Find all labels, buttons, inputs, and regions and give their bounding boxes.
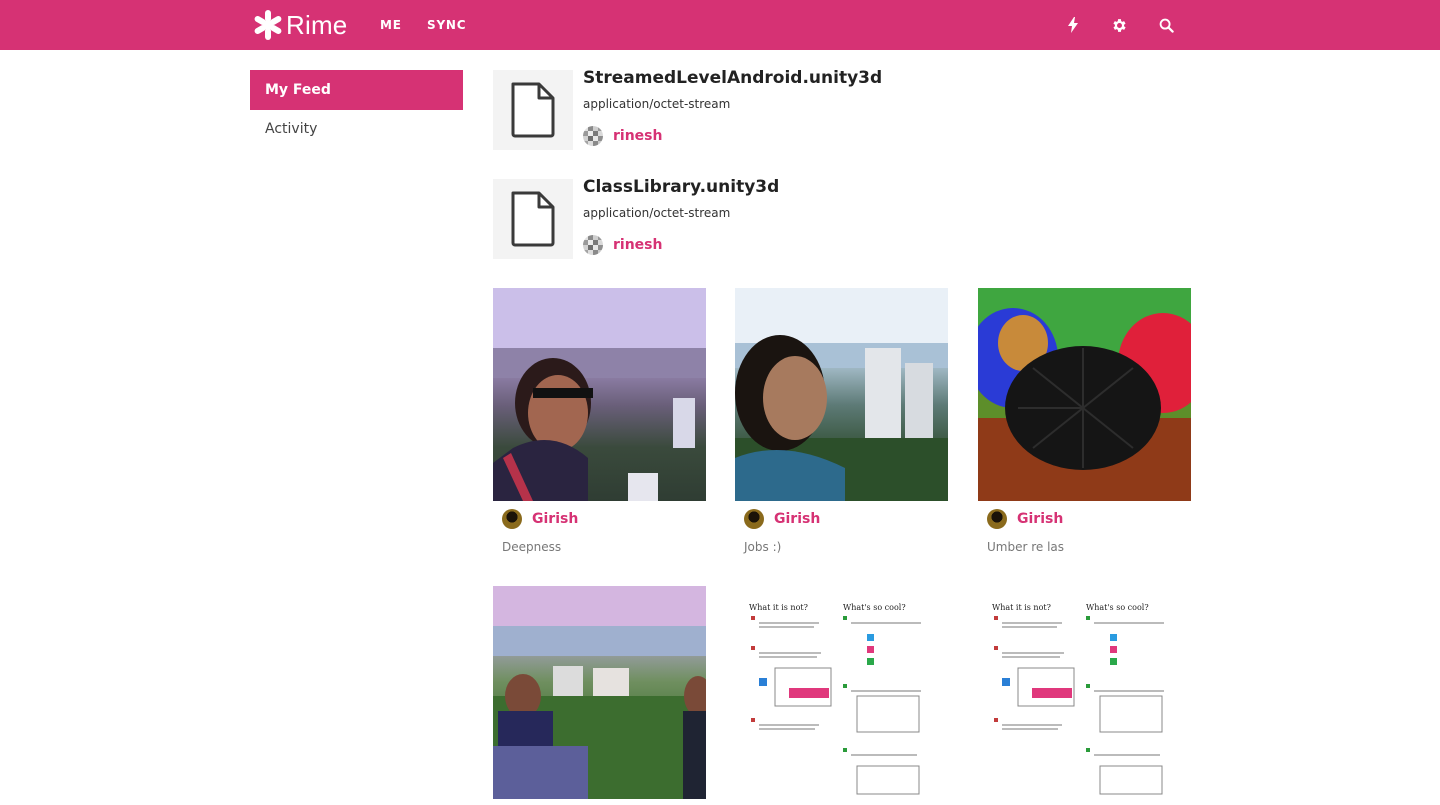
file-thumbnail[interactable] [493, 179, 573, 259]
user-avatar[interactable] [744, 509, 764, 529]
file-name[interactable]: ClassLibrary.unity3d [583, 177, 779, 197]
photo-card: Girish Jobs :) [735, 288, 948, 554]
gear-icon[interactable] [1109, 15, 1129, 35]
file-document-icon [511, 82, 555, 138]
sidebar-item-activity[interactable]: Activity [250, 110, 463, 148]
file-name[interactable]: StreamedLevelAndroid.unity3d [583, 68, 882, 88]
photo-umbrellas[interactable] [978, 288, 1191, 501]
file-document-icon [511, 191, 555, 247]
username-link[interactable]: Girish [532, 511, 578, 527]
bolt-icon[interactable] [1063, 15, 1083, 35]
sidebar: My Feed Activity [250, 70, 463, 148]
photo-caption: Umber re las [987, 540, 1065, 554]
username-link[interactable]: rinesh [613, 128, 662, 144]
user-avatar[interactable] [583, 126, 603, 146]
doc-heading-left: What it is not? [992, 603, 1051, 612]
photo-portrait-glasses[interactable] [493, 288, 706, 501]
photo-card: What it is not? What's so cool? [978, 586, 1191, 799]
file-card[interactable]: ClassLibrary.unity3d application/octet-s… [493, 177, 1093, 259]
file-card[interactable]: StreamedLevelAndroid.unity3d application… [493, 68, 1093, 150]
sidebar-item-my-feed[interactable]: My Feed [250, 70, 463, 110]
user-avatar[interactable] [987, 509, 1007, 529]
nav-sync-link[interactable]: SYNC [427, 18, 466, 32]
photo-card: What it is not? What's so cool? [735, 586, 948, 799]
user-avatar[interactable] [502, 509, 522, 529]
photo-card [493, 586, 706, 799]
photo-owner: Girish [735, 509, 948, 529]
search-icon[interactable] [1156, 15, 1176, 35]
username-link[interactable]: Girish [1017, 511, 1063, 527]
photo-card: Girish Umber re las [978, 288, 1191, 554]
username-link[interactable]: Girish [774, 511, 820, 527]
file-thumbnail[interactable] [493, 70, 573, 150]
photo-feature-sheet[interactable]: What it is not? What's so cool? [978, 586, 1191, 799]
app-name: Rime [286, 9, 348, 40]
asterisk-logo-icon [254, 10, 282, 40]
photo-caption: Jobs :) [744, 540, 782, 554]
file-owner: rinesh [583, 126, 662, 146]
top-navigation-bar: Rime ME SYNC [0, 0, 1440, 50]
photo-owner: Girish [493, 509, 706, 529]
file-mime-type: application/octet-stream [583, 206, 731, 220]
doc-heading-right: What's so cool? [1086, 603, 1149, 612]
photo-friends-hilltop[interactable] [493, 586, 706, 799]
photo-caption: Deepness [502, 540, 562, 554]
nav-me-link[interactable]: ME [380, 18, 402, 32]
photo-owner: Girish [978, 509, 1191, 529]
photo-feature-sheet[interactable]: What it is not? What's so cool? [735, 586, 948, 799]
file-owner: rinesh [583, 235, 662, 255]
username-link[interactable]: rinesh [613, 237, 662, 253]
doc-heading-right: What's so cool? [843, 603, 906, 612]
file-mime-type: application/octet-stream [583, 97, 731, 111]
doc-heading-left: What it is not? [749, 603, 808, 612]
user-avatar[interactable] [583, 235, 603, 255]
photo-card: Girish Deepness [493, 288, 706, 554]
rime-logo[interactable]: Rime [252, 8, 347, 42]
photo-man-view[interactable] [735, 288, 948, 501]
